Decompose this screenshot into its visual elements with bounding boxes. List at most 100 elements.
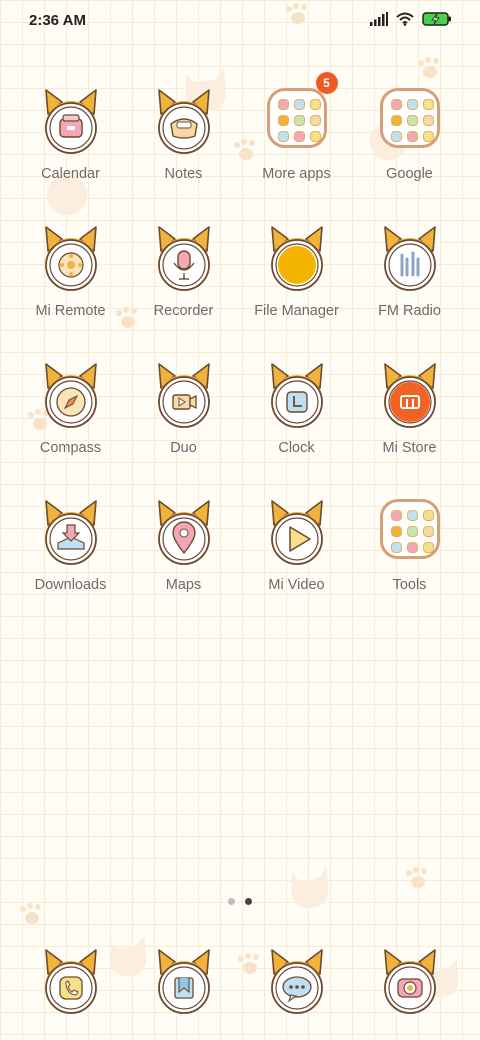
- remote-icon: [36, 225, 106, 295]
- app-more-apps[interactable]: 5 More apps: [240, 72, 353, 208]
- mini-app-icon: [422, 510, 434, 521]
- cat-decoration: [291, 867, 329, 909]
- mini-app-icon: [390, 510, 402, 521]
- clock-icon: [262, 362, 332, 432]
- mini-app-icon: [293, 131, 305, 142]
- app-mi-store[interactable]: Mi Store: [353, 362, 466, 482]
- battery-charging-icon: [422, 12, 451, 26]
- app-fm-radio[interactable]: FM Radio: [353, 225, 466, 345]
- dock-app-messages[interactable]: [240, 948, 353, 1020]
- mini-app-icon: [390, 542, 402, 553]
- app-clock[interactable]: Clock: [240, 362, 353, 482]
- app-label: Mi Store: [382, 440, 437, 456]
- folder-frame: [379, 88, 440, 148]
- folder-icon: 5: [262, 72, 338, 158]
- app-label: Compass: [39, 440, 102, 456]
- mini-app-icon: [422, 131, 434, 142]
- status-icons: [370, 12, 452, 26]
- mi-store-icon: [375, 362, 445, 432]
- status-bar: 2:36 AM: [0, 0, 480, 44]
- paw-decoration: [418, 57, 439, 78]
- mini-app-icon: [277, 115, 289, 126]
- app-google[interactable]: Google: [353, 88, 466, 208]
- file-manager-icon: [262, 225, 332, 295]
- app-downloads[interactable]: Downloads: [14, 499, 127, 619]
- mini-app-icon: [422, 542, 434, 553]
- download-icon: [36, 499, 106, 569]
- app-notes[interactable]: Notes: [127, 88, 240, 208]
- dock-app-contacts[interactable]: [127, 948, 240, 1020]
- mini-app-icon: [309, 115, 321, 126]
- app-label: More apps: [262, 166, 331, 182]
- wifi-icon: [396, 12, 414, 26]
- bookmark-icon: [149, 948, 219, 1018]
- app-label: Mi Video: [268, 577, 325, 593]
- notes-icon: [149, 88, 219, 158]
- mini-app-icon: [309, 131, 321, 142]
- app-label: Tools: [392, 577, 427, 593]
- mini-app-icon: [277, 131, 289, 142]
- folder-icon: [375, 499, 445, 569]
- app-tools[interactable]: Tools: [353, 499, 466, 619]
- page-dot[interactable]: [245, 898, 252, 905]
- app-file-manager[interactable]: File Manager: [240, 225, 353, 345]
- microphone-icon: [149, 225, 219, 295]
- app-compass[interactable]: Compass: [14, 362, 127, 482]
- mini-app-icon: [293, 115, 305, 126]
- video-camera-icon: [149, 362, 219, 432]
- folder-icon: [375, 88, 445, 158]
- mini-app-icon: [406, 542, 418, 553]
- dock-app-phone[interactable]: [14, 948, 127, 1020]
- app-label: Mi Remote: [35, 303, 106, 319]
- mini-app-icon: [406, 526, 418, 537]
- app-recorder[interactable]: Recorder: [127, 225, 240, 345]
- mini-app-icon: [293, 99, 305, 110]
- mini-app-icon: [277, 99, 289, 110]
- notification-badge: 5: [315, 72, 338, 94]
- app-label: File Manager: [254, 303, 339, 319]
- app-label: Google: [386, 166, 433, 182]
- app-mi-remote[interactable]: Mi Remote: [14, 225, 127, 345]
- app-mi-video[interactable]: Mi Video: [240, 499, 353, 619]
- paw-decoration: [20, 903, 41, 924]
- folder-frame: [379, 499, 440, 559]
- page-dot[interactable]: [228, 898, 235, 905]
- app-label: Recorder: [153, 303, 214, 319]
- mini-app-icon: [390, 131, 402, 142]
- paw-decoration: [406, 867, 427, 888]
- mini-app-icon: [406, 115, 418, 126]
- mini-app-icon: [390, 115, 402, 126]
- mini-app-icon: [390, 526, 402, 537]
- camera-icon: [375, 948, 445, 1018]
- mini-app-icon: [390, 99, 402, 110]
- status-time: 2:36 AM: [29, 12, 86, 29]
- calendar-icon: [36, 88, 106, 158]
- mini-app-icon: [406, 131, 418, 142]
- compass-icon: [36, 362, 106, 432]
- mini-app-icon: [406, 510, 418, 521]
- mini-app-icon: [406, 99, 418, 110]
- mini-app-icon: [422, 115, 434, 126]
- app-label: Downloads: [34, 577, 107, 593]
- app-label: FM Radio: [378, 303, 441, 319]
- mini-app-icon: [422, 99, 434, 110]
- app-label: Calendar: [41, 166, 100, 182]
- app-label: Clock: [278, 440, 315, 456]
- app-label: Notes: [164, 166, 203, 182]
- mini-app-icon: [422, 526, 434, 537]
- app-calendar[interactable]: Calendar: [14, 88, 127, 208]
- dock-app-camera[interactable]: [353, 948, 466, 1020]
- mini-app-icon: [309, 99, 321, 110]
- app-maps[interactable]: Maps: [127, 499, 240, 619]
- app-duo[interactable]: Duo: [127, 362, 240, 482]
- dock: [0, 948, 480, 1018]
- phone-icon: [36, 948, 106, 1018]
- page-indicator[interactable]: [228, 898, 252, 905]
- folder-frame: [266, 88, 327, 148]
- app-label: Duo: [170, 440, 197, 456]
- signal-icon: [370, 12, 388, 26]
- radio-icon: [375, 225, 445, 295]
- map-pin-icon: [149, 499, 219, 569]
- play-icon: [262, 499, 332, 569]
- app-label: Maps: [165, 577, 202, 593]
